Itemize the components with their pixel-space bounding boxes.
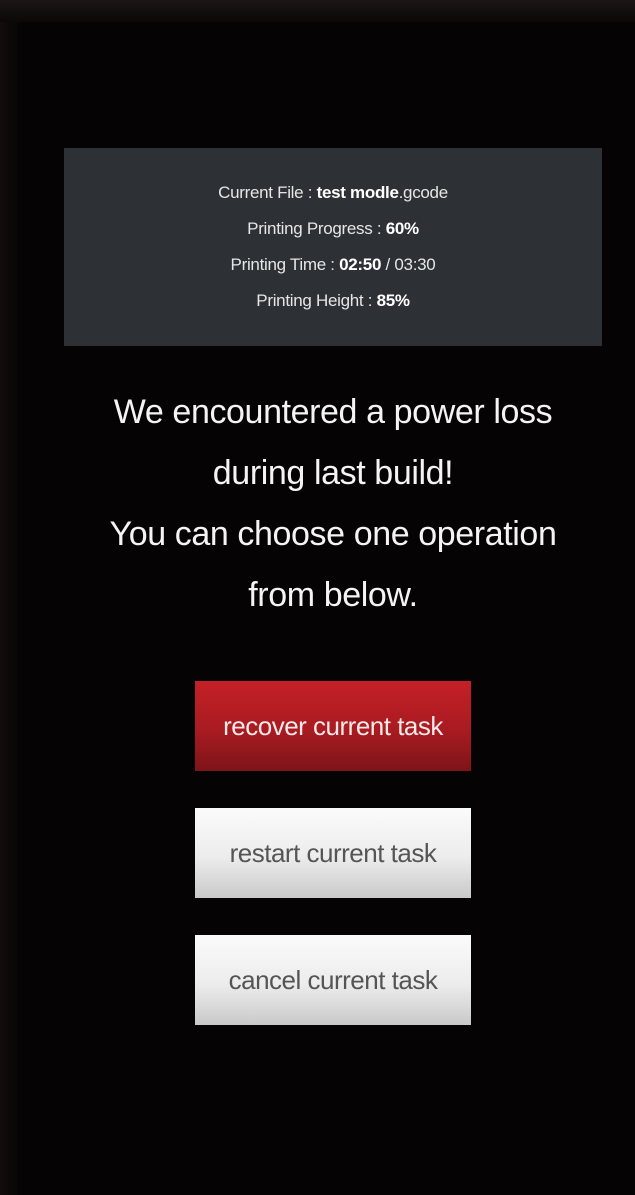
message-line-2: during last build! bbox=[212, 454, 454, 492]
printing-height-line: Printing Height : 85% bbox=[256, 283, 410, 319]
cancel-task-button[interactable]: cancel current task bbox=[195, 935, 471, 1025]
message-line-3: You can choose one operation bbox=[109, 515, 557, 553]
printing-progress-label: Printing Progress : bbox=[247, 219, 386, 238]
message-line-1: We encountered a power loss bbox=[113, 393, 553, 431]
current-file-value: test modle bbox=[316, 183, 399, 202]
printing-time-separator: / bbox=[381, 255, 395, 274]
printing-time-total: 03:30 bbox=[394, 255, 436, 274]
printing-time-elapsed: 02:50 bbox=[339, 255, 382, 274]
current-file-label: Current File : bbox=[218, 183, 317, 202]
printing-time-label: Printing Time : bbox=[230, 255, 340, 274]
print-info-panel: Current File : test modle.gcode Printing… bbox=[64, 148, 602, 346]
printing-time-line: Printing Time : 02:50 / 03:30 bbox=[231, 247, 436, 283]
current-file-line: Current File : test modle.gcode bbox=[218, 175, 448, 211]
recover-task-button[interactable]: recover current task bbox=[195, 681, 471, 771]
printing-height-value: 85% bbox=[376, 291, 410, 310]
message-line-4: from below. bbox=[248, 576, 418, 614]
printing-progress-line: Printing Progress : 60% bbox=[247, 211, 419, 247]
power-loss-message: We encountered a power loss during last … bbox=[64, 382, 602, 626]
restart-task-button[interactable]: restart current task bbox=[195, 808, 471, 898]
printing-progress-value: 60% bbox=[385, 219, 419, 238]
device-bezel-top bbox=[0, 0, 635, 22]
current-file-extension: .gcode bbox=[398, 183, 449, 202]
printing-height-label: Printing Height : bbox=[256, 291, 377, 310]
